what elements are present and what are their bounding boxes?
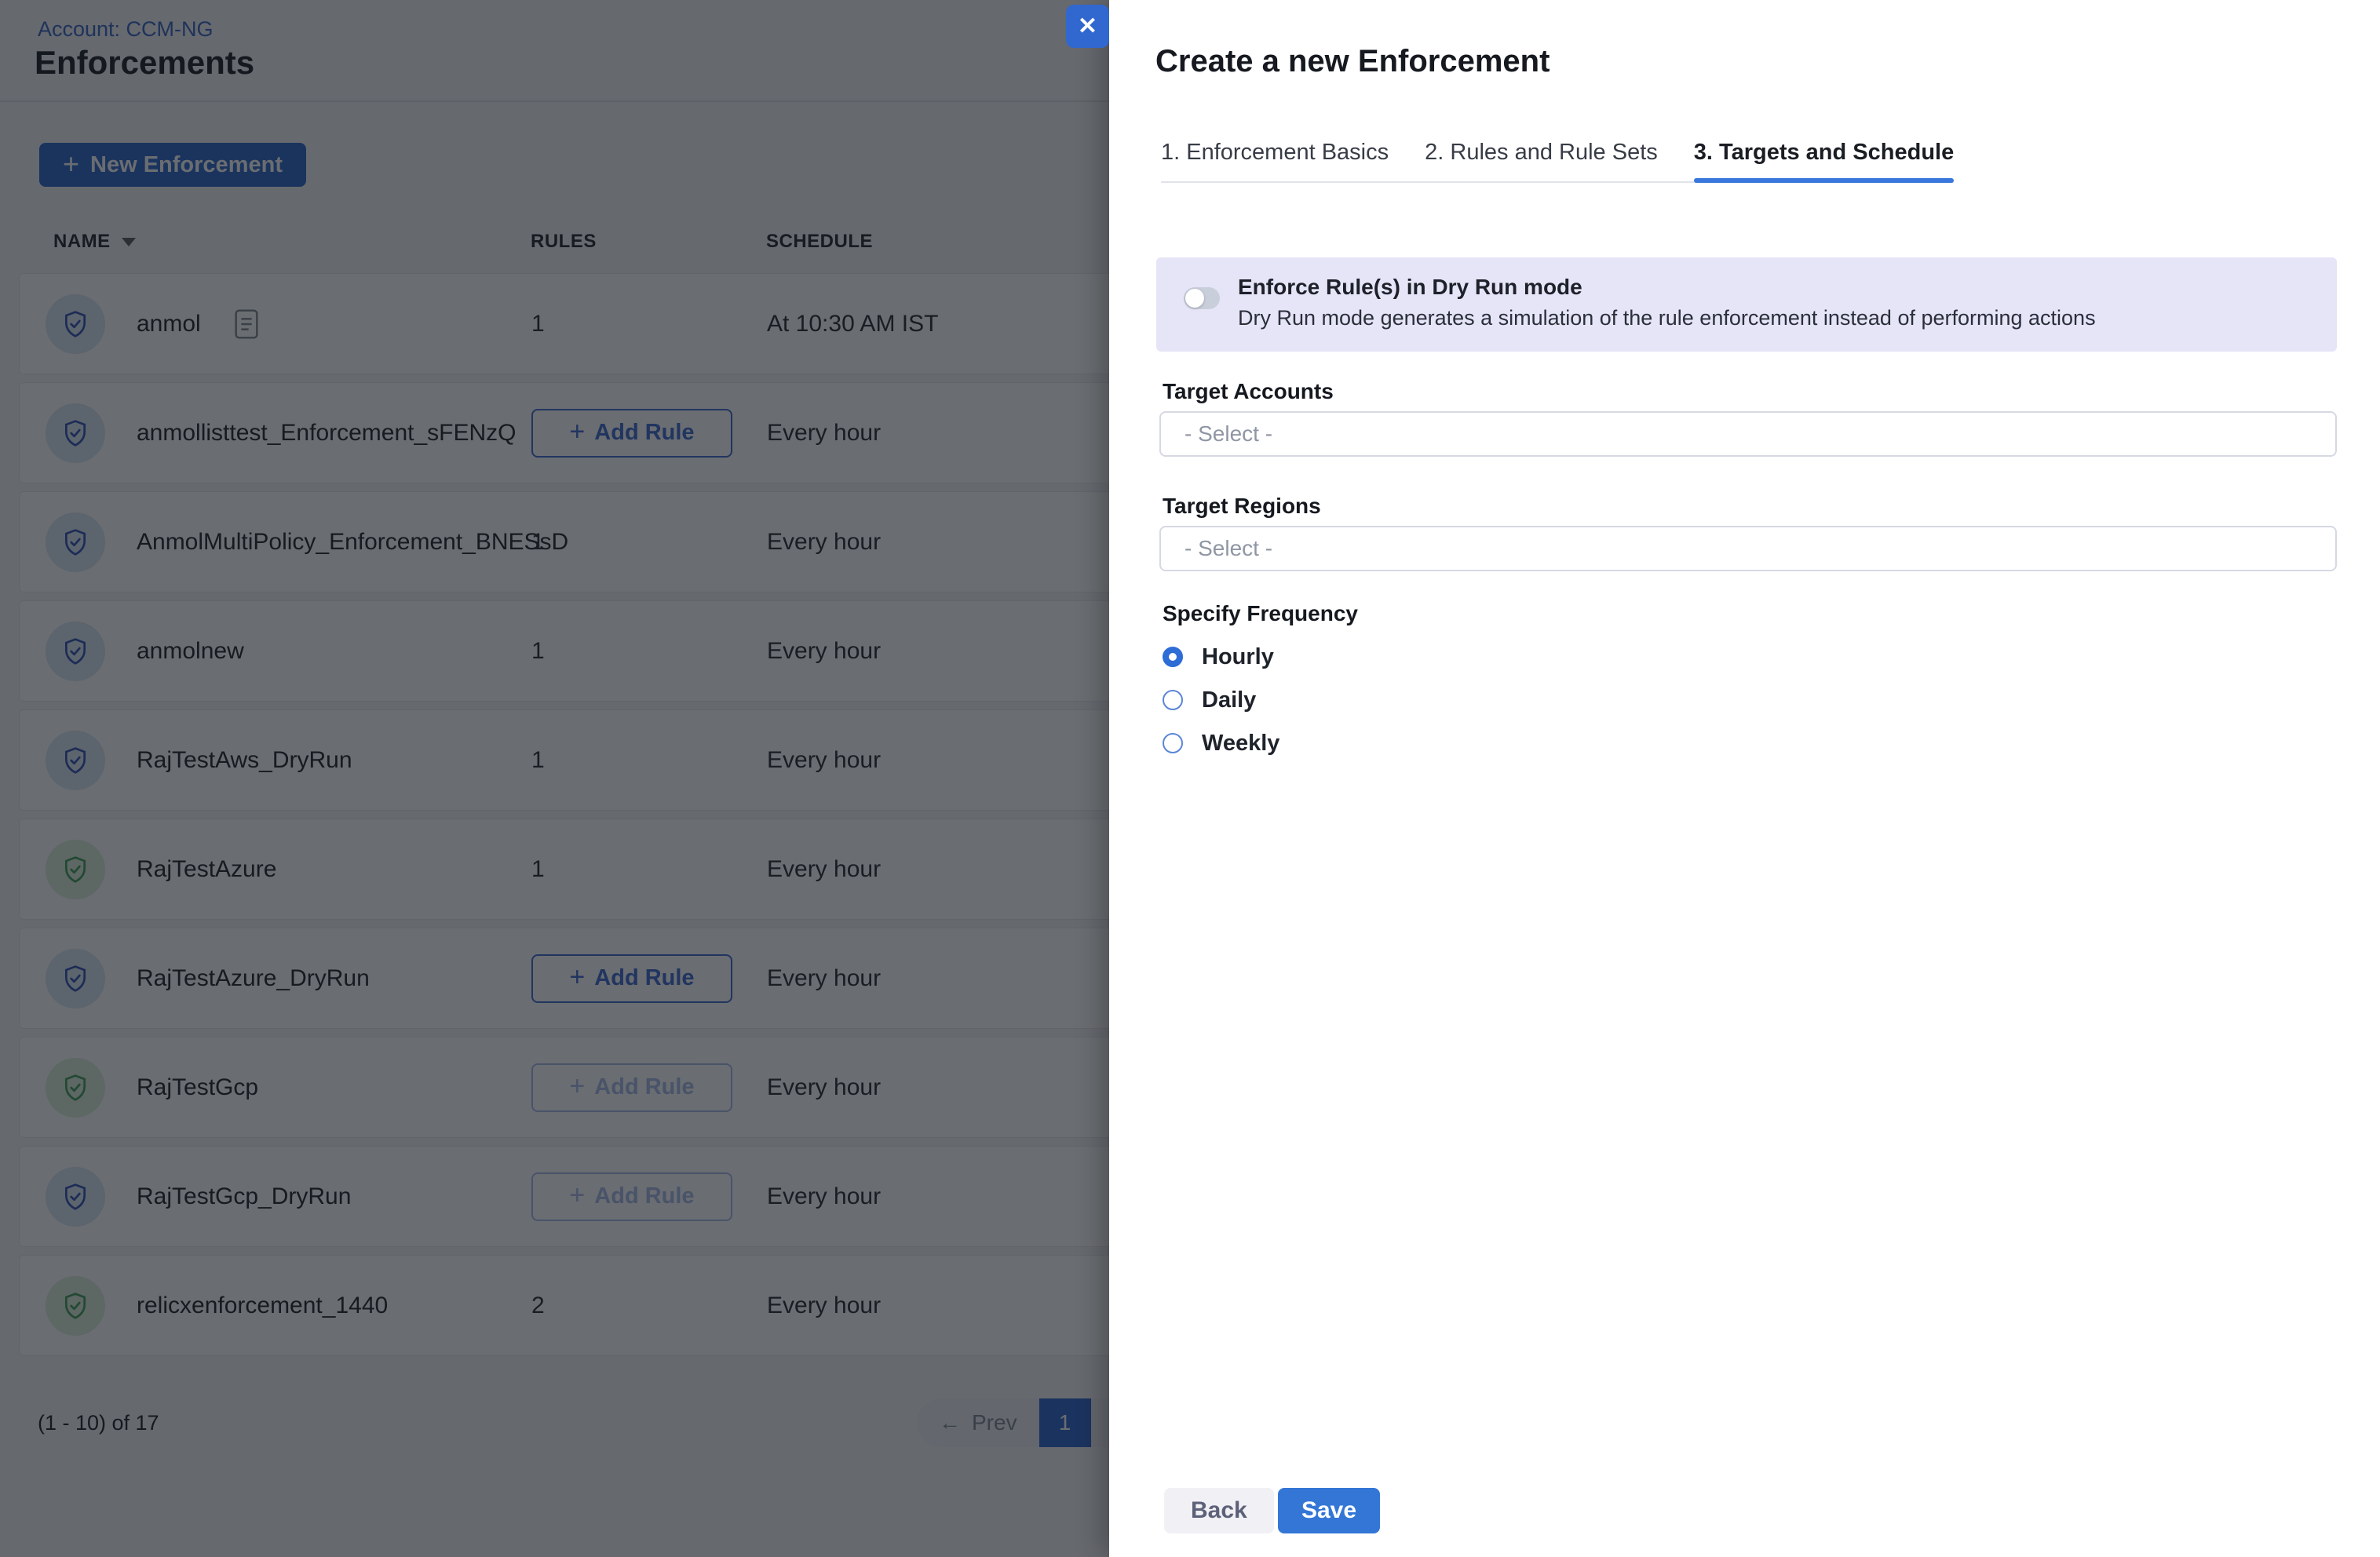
tab-1[interactable]: 1. Enforcement Basics	[1161, 140, 1389, 181]
dry-run-toggle[interactable]	[1184, 287, 1220, 309]
active-tab-underline	[1694, 178, 1954, 183]
target-accounts-placeholder: - Select -	[1185, 421, 1272, 447]
frequency-option-label: Weekly	[1202, 731, 1279, 757]
specify-frequency-label: Specify Frequency	[1163, 601, 1358, 626]
app-root: Account: CCM-NG Enforcements + New Enfor…	[0, 0, 2380, 1557]
radio-selected-icon	[1163, 647, 1183, 667]
toggle-knob	[1185, 289, 1204, 308]
close-drawer-button[interactable]: ✕	[1066, 5, 1109, 48]
target-regions-label: Target Regions	[1163, 494, 1321, 519]
dry-run-description: Dry Run mode generates a simulation of t…	[1238, 306, 2096, 330]
back-button[interactable]: Back	[1164, 1488, 1274, 1533]
wizard-tabs: 1. Enforcement Basics 2. Rules and Rule S…	[1161, 140, 1954, 183]
target-regions-select[interactable]: - Select -	[1159, 526, 2337, 571]
target-regions-placeholder: - Select -	[1185, 536, 1272, 561]
create-enforcement-drawer: Create a new Enforcement 1. Enforcement …	[1109, 0, 2380, 1557]
frequency-option-label: Daily	[1202, 687, 1256, 713]
target-accounts-label: Target Accounts	[1163, 379, 1334, 404]
frequency-option-label: Hourly	[1202, 644, 1274, 670]
radio-unselected-icon	[1163, 733, 1183, 753]
dry-run-title: Enforce Rule(s) in Dry Run mode	[1238, 275, 1582, 300]
frequency-option-hourly[interactable]: Hourly	[1163, 645, 1274, 669]
drawer-title: Create a new Enforcement	[1155, 44, 1550, 79]
frequency-option-daily[interactable]: Daily	[1163, 688, 1256, 712]
dry-run-banner: Enforce Rule(s) in Dry Run mode Dry Run …	[1156, 257, 2337, 352]
target-accounts-select[interactable]: - Select -	[1159, 411, 2337, 457]
save-button[interactable]: Save	[1278, 1488, 1380, 1533]
tab-2[interactable]: 2. Rules and Rule Sets	[1425, 140, 1658, 181]
tab-3[interactable]: 3. Targets and Schedule	[1694, 140, 1954, 181]
frequency-option-weekly[interactable]: Weekly	[1163, 731, 1279, 755]
radio-unselected-icon	[1163, 690, 1183, 710]
